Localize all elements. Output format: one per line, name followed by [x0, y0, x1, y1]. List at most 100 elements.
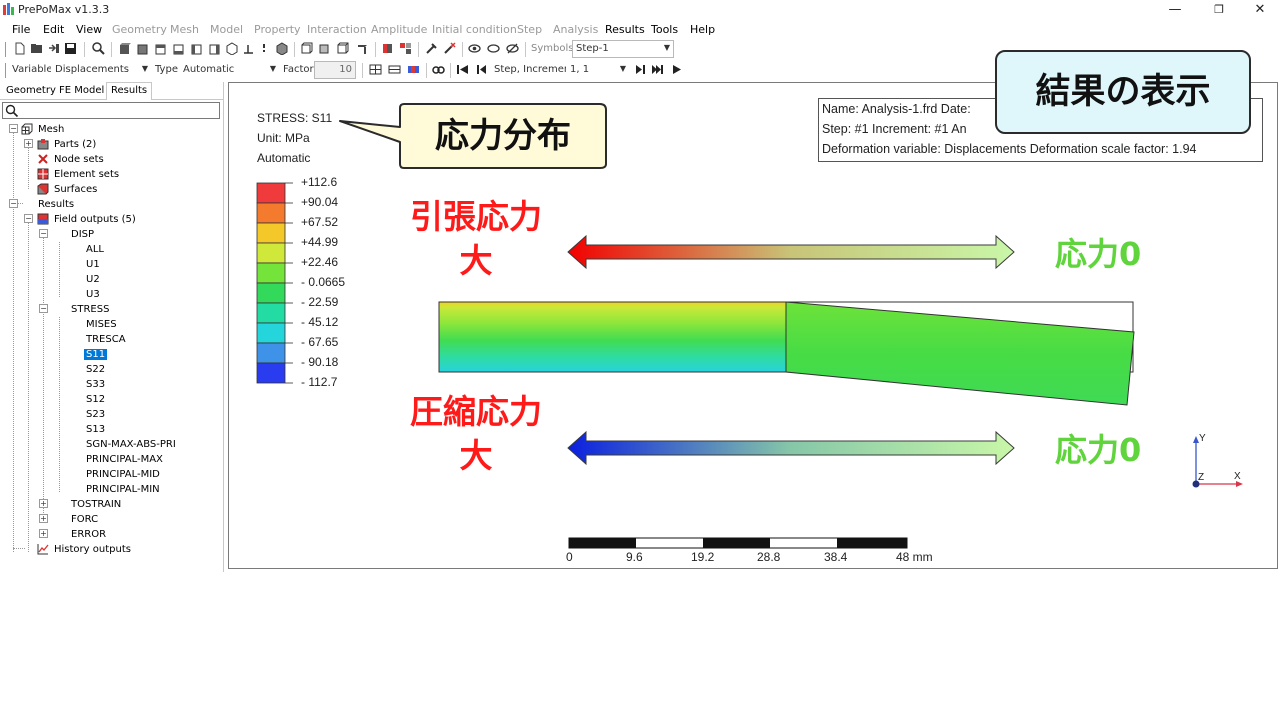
hide-eye-icon[interactable] [487, 42, 500, 55]
new-file-icon[interactable] [13, 42, 26, 55]
zoom-fit-icon[interactable] [92, 42, 105, 55]
tree-item-field-outputs[interactable]: Field outputs (5) [54, 212, 136, 227]
show-icon[interactable] [468, 42, 481, 55]
color-contours-icon[interactable] [407, 63, 420, 76]
tree-item-element-sets[interactable]: Element sets [54, 167, 119, 182]
expand-toggle[interactable]: + [39, 529, 48, 538]
tree-item-error[interactable]: ERROR [71, 527, 106, 542]
view-top-icon[interactable] [154, 42, 167, 55]
menu-view[interactable]: View [76, 23, 102, 36]
tree-item-mesh[interactable]: Mesh [38, 122, 64, 137]
shaded-icon[interactable] [318, 42, 331, 55]
minimize-button[interactable]: — [1160, 1, 1190, 18]
tree-item-tostrain[interactable]: TOSTRAIN [71, 497, 121, 512]
tree-item-tresca[interactable]: TRESCA [86, 332, 126, 347]
menu-analysis[interactable]: Analysis [553, 23, 598, 36]
tree-item-s22[interactable]: S22 [86, 362, 105, 377]
tree-item-stress[interactable]: STRESS [71, 302, 109, 317]
undeformed-icon[interactable] [369, 63, 382, 76]
expand-toggle[interactable]: + [39, 499, 48, 508]
previous-increment-icon[interactable] [475, 63, 488, 76]
tab-geometry[interactable]: Geometry [2, 83, 60, 100]
tree-item-principal-max[interactable]: PRINCIPAL-MAX [86, 452, 163, 467]
hide-all-icon[interactable] [506, 42, 519, 55]
collapse-toggle[interactable]: − [39, 304, 48, 313]
view-right-icon[interactable] [208, 42, 221, 55]
view-back-icon[interactable] [136, 42, 149, 55]
collapse-toggle[interactable]: − [9, 124, 18, 133]
tree-item-principal-min[interactable]: PRINCIPAL-MIN [86, 482, 160, 497]
import-icon[interactable] [47, 42, 60, 55]
open-file-icon[interactable] [30, 42, 43, 55]
expand-toggle[interactable]: + [24, 139, 33, 148]
wireframe-icon[interactable] [336, 42, 349, 55]
tree-item-parts[interactable]: Parts (2) [54, 137, 96, 152]
menu-model[interactable]: Model [210, 23, 243, 36]
tree-item-forc[interactable]: FORC [71, 512, 98, 527]
variable-select[interactable]: Displacements ▼ [51, 61, 152, 79]
menu-geometry[interactable]: Geometry [112, 23, 167, 36]
collapse-toggle[interactable]: − [9, 199, 18, 208]
menu-interaction[interactable]: Interaction [307, 23, 367, 36]
factor-input[interactable]: 10 [314, 61, 356, 79]
tree-item-disp-all[interactable]: ALL [86, 242, 104, 257]
tab-fe-model[interactable]: FE Model [55, 83, 108, 100]
type-select[interactable]: Automatic ▼ [179, 61, 280, 79]
tree-search-input[interactable] [2, 102, 220, 119]
transparency-icon[interactable] [381, 42, 394, 55]
tree-item-disp[interactable]: DISP [71, 227, 94, 242]
hide-icon[interactable] [276, 42, 289, 55]
view-bottom-icon[interactable] [172, 42, 185, 55]
tab-results[interactable]: Results [106, 82, 153, 100]
color-by-part-icon[interactable] [399, 42, 412, 55]
menu-mesh[interactable]: Mesh [170, 23, 199, 36]
expand-toggle[interactable]: + [39, 514, 48, 523]
tree-item-s12[interactable]: S12 [86, 392, 105, 407]
menu-edit[interactable]: Edit [43, 23, 64, 36]
close-button[interactable]: ✕ [1245, 1, 1275, 18]
menu-property[interactable]: Property [254, 23, 301, 36]
maximize-button[interactable]: ❐ [1204, 1, 1234, 18]
animate-icon[interactable] [670, 63, 683, 76]
pick-clear-icon[interactable] [443, 42, 456, 55]
tree-item-disp-u1[interactable]: U1 [86, 257, 100, 272]
view-left-icon[interactable] [190, 42, 203, 55]
tree-item-sgn-max-abs-pri[interactable]: SGN-MAX-ABS-PRI [86, 437, 176, 452]
step-increment-select[interactable]: 1, 1 ▼ [566, 61, 630, 79]
view-iso-icon[interactable] [226, 42, 239, 55]
save-icon[interactable] [64, 42, 77, 55]
collapse-toggle[interactable]: − [39, 229, 48, 238]
view-front-icon[interactable] [118, 42, 131, 55]
tree-item-s13[interactable]: S13 [86, 422, 105, 437]
first-increment-icon[interactable] [456, 63, 469, 76]
tree-item-s23[interactable]: S23 [86, 407, 105, 422]
tree-item-s33[interactable]: S33 [86, 377, 105, 392]
shaded-edges-icon[interactable] [300, 42, 313, 55]
last-increment-icon[interactable] [651, 63, 664, 76]
tree-item-mises[interactable]: MISES [86, 317, 117, 332]
menu-step[interactable]: Step [517, 23, 542, 36]
tree-item-s11[interactable]: S11 [84, 347, 108, 362]
symbols-step-select[interactable]: Step-1 ▼ [572, 40, 674, 58]
pick-icon[interactable] [425, 42, 438, 55]
tree-item-surfaces[interactable]: Surfaces [54, 182, 97, 197]
tree-item-history-outputs[interactable]: History outputs [54, 542, 131, 557]
tree-item-principal-mid[interactable]: PRINCIPAL-MID [86, 467, 160, 482]
deformed-icon[interactable] [388, 63, 401, 76]
tree-item-results[interactable]: Results [38, 197, 74, 212]
menu-results[interactable]: Results [605, 23, 645, 36]
view-normal-icon[interactable] [242, 42, 255, 55]
query-icon[interactable] [432, 63, 445, 76]
tree-item-disp-u2[interactable]: U2 [86, 272, 100, 287]
menu-file[interactable]: File [12, 23, 30, 36]
tree-item-node-sets[interactable]: Node sets [54, 152, 104, 167]
vertical-dots-icon[interactable] [258, 42, 271, 55]
menu-amplitude[interactable]: Amplitude [371, 23, 427, 36]
next-increment-icon[interactable] [634, 63, 647, 76]
menu-help[interactable]: Help [690, 23, 715, 36]
collapse-toggle[interactable]: − [24, 214, 33, 223]
menu-initial-condition[interactable]: Initial condition [432, 23, 517, 36]
menu-tools[interactable]: Tools [651, 23, 678, 36]
section-cut-icon[interactable] [356, 42, 369, 55]
tree-item-disp-u3[interactable]: U3 [86, 287, 100, 302]
